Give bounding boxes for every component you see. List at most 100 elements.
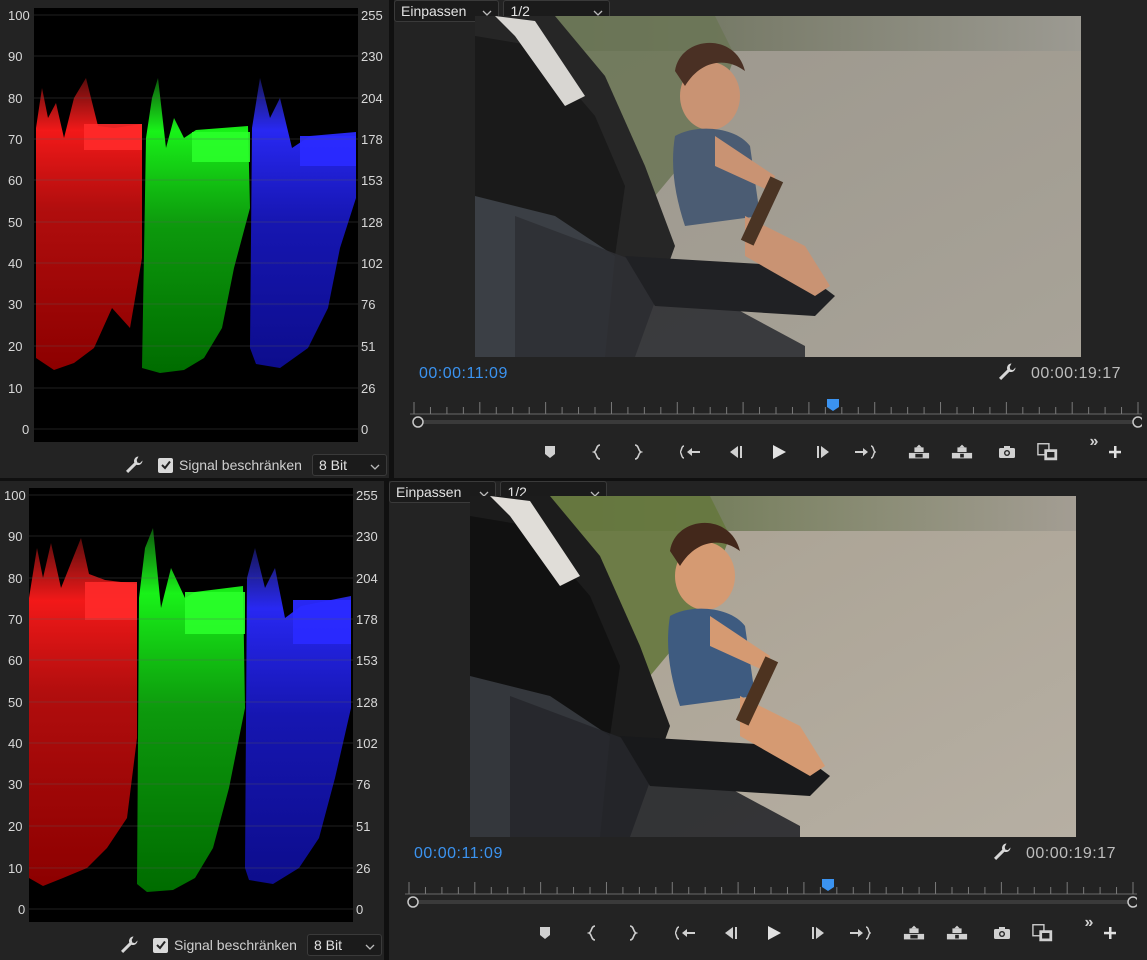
scope-right-axis: 255 230 204 178 153 128 102 76 51 26 0 (361, 9, 389, 443)
marker-icon[interactable] (539, 441, 561, 463)
axis-label: 178 (361, 132, 383, 147)
video-frame-image (470, 496, 1076, 837)
axis-label: 30 (8, 297, 23, 312)
signal-limit-checkbox[interactable] (158, 457, 173, 473)
axis-label: 230 (356, 529, 378, 544)
axis-label: 153 (356, 653, 378, 668)
go-to-in-icon[interactable] (675, 922, 697, 944)
bit-depth-value: 8 Bit (318, 457, 347, 473)
play-icon[interactable] (763, 922, 785, 944)
axis-label: 70 (8, 612, 23, 627)
duration-timecode: 00:00:19:17 (1031, 365, 1122, 382)
add-button-icon[interactable] (1104, 441, 1126, 463)
extract-icon[interactable] (946, 922, 968, 944)
axis-label: 10 (8, 381, 23, 396)
axis-label: 0 (22, 422, 30, 437)
axis-label: 255 (361, 8, 383, 23)
step-forward-icon[interactable] (812, 441, 834, 463)
video-frame-image (475, 16, 1081, 357)
add-button-icon[interactable] (1099, 922, 1121, 944)
axis-label: 230 (361, 49, 383, 64)
signal-limit-label: Signal beschränken (179, 457, 302, 473)
more-icon[interactable]: » (1078, 912, 1100, 934)
step-back-icon[interactable] (720, 922, 742, 944)
duration-timecode: 00:00:19:17 (1026, 845, 1117, 862)
axis-label: 153 (361, 173, 383, 188)
lift-icon[interactable] (903, 922, 925, 944)
playhead[interactable] (821, 878, 835, 892)
scope-left-axis: 100 90 80 70 60 50 40 30 20 10 0 (4, 489, 30, 923)
zoom-value: Einpassen (401, 3, 467, 19)
transport-controls: » (539, 433, 1139, 467)
axis-label: 80 (8, 571, 23, 586)
axis-label: 90 (8, 49, 23, 64)
playhead[interactable] (826, 398, 840, 412)
go-to-out-icon[interactable] (849, 922, 871, 944)
wrench-icon[interactable] (119, 935, 139, 955)
comparison-view-icon[interactable] (1037, 441, 1059, 463)
axis-label: 40 (8, 256, 23, 271)
axis-label: 128 (356, 695, 378, 710)
current-timecode[interactable]: 00:00:11:09 (419, 365, 508, 383)
program-monitor-bottom: 00:00:11:09 Einpassen 1/2 00:00:19:17 » (389, 481, 1147, 960)
signal-limit-label: Signal beschränken (174, 937, 297, 953)
chevron-down-icon (370, 457, 380, 473)
axis-label: 40 (8, 736, 23, 751)
rgb-parade-graph (29, 488, 353, 922)
axis-label: 0 (356, 902, 364, 917)
go-to-out-icon[interactable] (854, 441, 876, 463)
go-to-in-icon[interactable] (680, 441, 702, 463)
extract-icon[interactable] (951, 441, 973, 463)
rgb-parade-bottom (29, 488, 353, 922)
axis-label: 51 (361, 339, 376, 354)
axis-label: 102 (356, 736, 378, 751)
wrench-icon[interactable] (997, 362, 1017, 382)
video-frame (470, 496, 1076, 837)
chevron-down-icon (365, 937, 375, 953)
axis-label: 76 (361, 297, 376, 312)
axis-label: 70 (8, 132, 23, 147)
bit-depth-dropdown[interactable]: 8 Bit (311, 454, 387, 476)
wrench-icon[interactable] (992, 842, 1012, 862)
mark-in-icon[interactable] (582, 922, 604, 944)
axis-label: 50 (8, 215, 23, 230)
export-frame-icon[interactable] (991, 922, 1013, 944)
mark-out-icon[interactable] (626, 441, 648, 463)
axis-label: 60 (8, 653, 23, 668)
bit-depth-dropdown[interactable]: 8 Bit (306, 934, 382, 956)
comparison-view-icon[interactable] (1032, 922, 1054, 944)
marker-icon[interactable] (534, 922, 556, 944)
scope-panel-top: 100 90 80 70 60 50 40 30 20 10 0 255 230… (0, 0, 389, 478)
step-forward-icon[interactable] (807, 922, 829, 944)
play-icon[interactable] (768, 441, 790, 463)
more-icon[interactable]: » (1083, 431, 1105, 453)
mark-in-icon[interactable] (587, 441, 609, 463)
zoom-value: Einpassen (396, 484, 462, 500)
axis-label: 80 (8, 91, 23, 106)
axis-label: 128 (361, 215, 383, 230)
rgb-parade-top (34, 8, 358, 442)
mark-out-icon[interactable] (621, 922, 643, 944)
axis-label: 90 (8, 529, 23, 544)
transport-controls: » (534, 914, 1134, 948)
export-frame-icon[interactable] (996, 441, 1018, 463)
step-back-icon[interactable] (725, 441, 747, 463)
scope-right-axis: 255 230 204 178 153 128 102 76 51 26 0 (356, 489, 384, 923)
time-ruler[interactable] (405, 876, 1139, 912)
axis-label: 178 (356, 612, 378, 627)
axis-label: 204 (356, 571, 378, 586)
scope-panel-bottom: 100 90 80 70 60 50 40 30 20 10 0 255 230… (0, 481, 384, 960)
axis-label: 50 (8, 695, 23, 710)
lift-icon[interactable] (908, 441, 930, 463)
axis-label: 0 (361, 422, 369, 437)
time-ruler[interactable] (410, 396, 1144, 432)
axis-label: 60 (8, 173, 23, 188)
current-timecode[interactable]: 00:00:11:09 (414, 845, 503, 863)
wrench-icon[interactable] (124, 455, 144, 475)
axis-label: 76 (356, 777, 371, 792)
axis-label: 51 (356, 819, 371, 834)
signal-limit-checkbox[interactable] (153, 937, 168, 953)
axis-label: 255 (356, 488, 378, 503)
scope-left-axis: 100 90 80 70 60 50 40 30 20 10 0 (8, 9, 34, 443)
axis-label: 20 (8, 339, 23, 354)
